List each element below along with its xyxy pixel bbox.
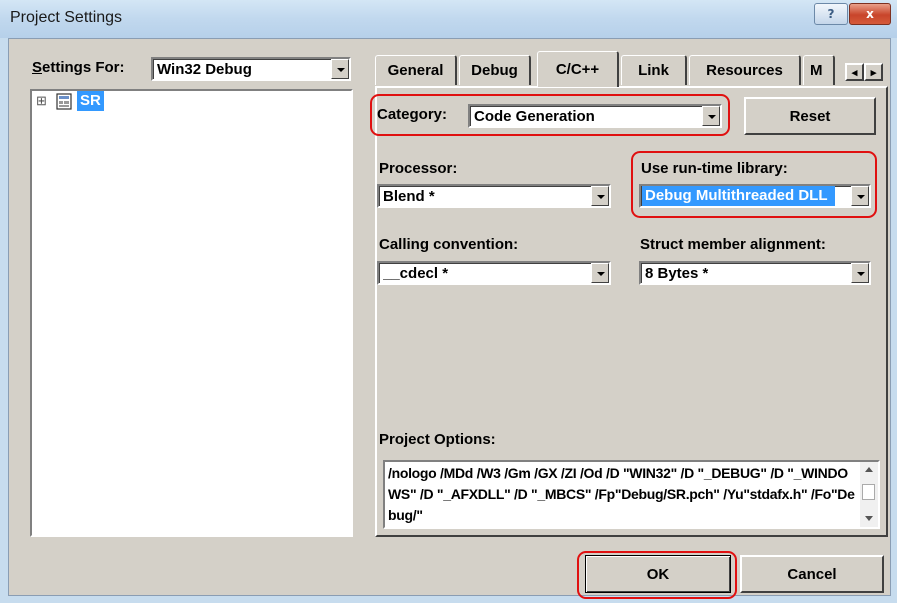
reset-button[interactable]: Reset [744,97,876,135]
close-icon: x [866,7,874,21]
cancel-button[interactable]: Cancel [740,555,884,593]
tab-general[interactable]: General [375,55,457,85]
chevron-down-icon[interactable] [331,59,349,79]
title-bar: Project Settings ? x [0,0,897,38]
processor-value: Blend * [383,188,435,205]
settings-for-label-rest: ettings For: [42,59,125,76]
project-tree[interactable]: ⊞ SR [30,89,353,537]
project-options-textarea[interactable]: /nologo /MDd /W3 /Gm /GX /ZI /Od /D "WIN… [383,460,880,529]
chevron-down-icon[interactable] [702,106,720,126]
expand-icon[interactable]: ⊞ [36,94,50,108]
tab-more[interactable]: M [803,55,835,85]
arrow-left-icon: ◂ [851,66,858,79]
chevron-down-icon[interactable] [591,186,609,206]
scroll-up-icon[interactable] [865,467,873,472]
chevron-down-icon[interactable] [851,186,869,206]
project-options-text: /nologo /MDd /W3 /Gm /GX /ZI /Od /D "WIN… [388,465,855,523]
runtime-label: Use run-time library: [641,160,788,177]
arrow-right-icon: ▸ [870,66,877,79]
chevron-down-icon[interactable] [851,263,869,283]
category-dropdown[interactable]: Code Generation [468,104,722,128]
help-icon: ? [827,7,835,21]
category-label: Category: [377,106,448,123]
settings-for-label: Settings For: [32,59,125,76]
runtime-value: Debug Multithreaded DLL [642,186,835,206]
tab-c-cpp[interactable]: C/C++ [537,51,619,87]
tab-resources[interactable]: Resources [689,55,801,85]
tab-scroller: ◂ ▸ [845,63,883,81]
calling-convention-value: __cdecl * [383,265,449,282]
processor-label: Processor: [379,160,458,177]
processor-dropdown[interactable]: Blend * [377,184,611,208]
struct-alignment-label: Struct member alignment: [640,236,826,253]
close-button[interactable]: x [849,3,891,25]
scroll-down-icon[interactable] [865,516,873,521]
project-icon [56,93,72,110]
tab-link[interactable]: Link [621,55,687,85]
settings-for-mnemonic: S [32,59,43,76]
ok-button[interactable]: OK [585,555,731,593]
tree-item-sr[interactable]: SR [77,91,104,111]
struct-alignment-dropdown[interactable]: 8 Bytes * [639,261,871,285]
chevron-down-icon[interactable] [591,263,609,283]
runtime-dropdown[interactable]: Debug Multithreaded DLL [639,184,871,208]
settings-for-dropdown[interactable]: Win32 Debug [151,57,351,81]
category-value: Code Generation [474,108,595,125]
tab-debug[interactable]: Debug [459,55,531,85]
settings-for-value: Win32 Debug [157,61,252,78]
window-title: Project Settings [10,9,123,26]
struct-alignment-value: 8 Bytes * [645,265,709,282]
dialog-body: Settings For: Win32 Debug ⊞ SR General D… [8,38,891,599]
tab-scroll-right-button[interactable]: ▸ [864,63,883,81]
help-button[interactable]: ? [814,3,848,25]
scroll-thumb[interactable] [862,484,875,500]
project-options-label: Project Options: [379,431,496,448]
calling-convention-label: Calling convention: [379,236,519,253]
project-options-scrollbar[interactable] [860,462,878,527]
tab-scroll-left-button[interactable]: ◂ [845,63,864,81]
calling-convention-dropdown[interactable]: __cdecl * [377,261,611,285]
